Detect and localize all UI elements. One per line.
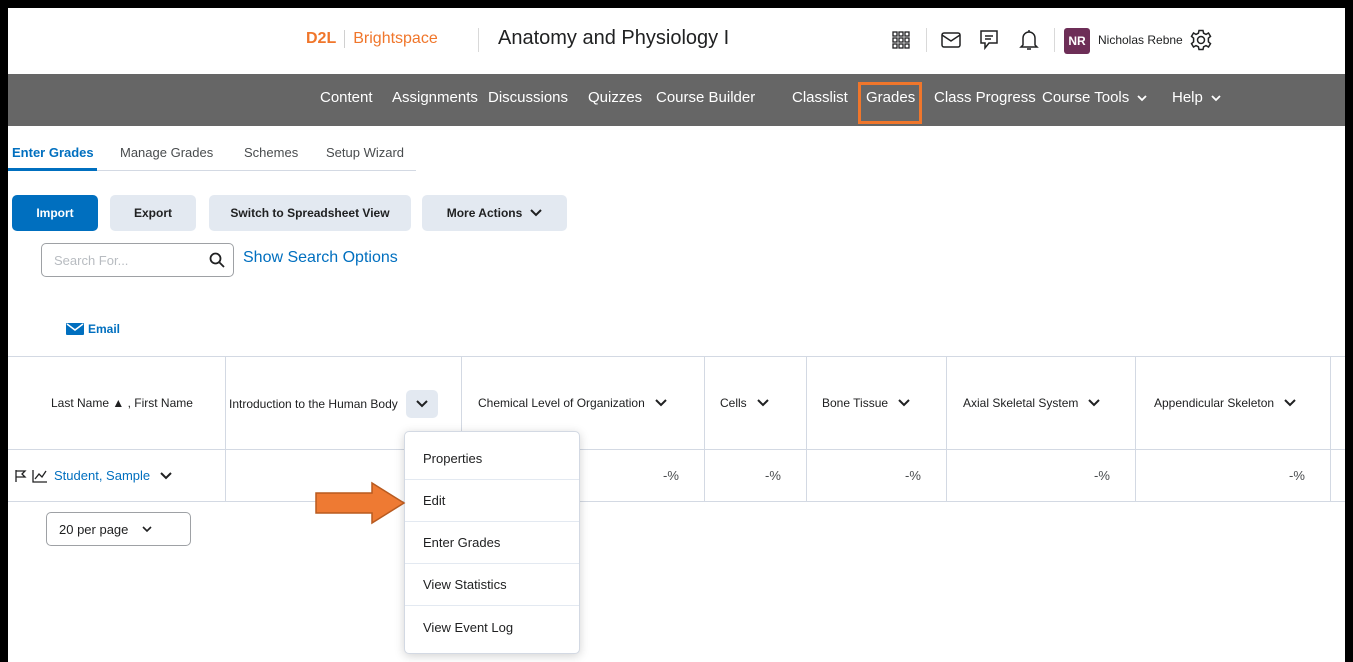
- column-header-name[interactable]: Last Name ▲ , First Name: [51, 396, 193, 410]
- column-menu-button[interactable]: [405, 390, 438, 418]
- student-name-link[interactable]: Student, Sample: [54, 468, 150, 483]
- column-divider: [1330, 356, 1331, 502]
- nav-item-classlist[interactable]: Classlist: [792, 89, 848, 106]
- column-divider: [806, 356, 807, 502]
- header-divider: [926, 28, 927, 52]
- nav-item-course-builder[interactable]: Course Builder: [656, 89, 755, 106]
- nav-item-label: Help: [1172, 89, 1203, 106]
- grade-cell[interactable]: -%: [905, 468, 921, 483]
- menu-item-enter-grades[interactable]: Enter Grades: [405, 522, 579, 564]
- chevron-down-icon[interactable]: [756, 399, 769, 407]
- active-tab-indicator: [8, 168, 97, 171]
- chevron-down-icon: [416, 400, 428, 408]
- brand-name: Brightspace: [353, 30, 438, 47]
- menu-item-view-statistics[interactable]: View Statistics: [405, 564, 579, 606]
- nav-item-quizzes[interactable]: Quizzes: [588, 89, 642, 106]
- progress-chart-icon[interactable]: [32, 469, 48, 483]
- brand-logo[interactable]: D2L Brightspace: [306, 30, 438, 48]
- table-border: [8, 356, 1345, 357]
- menu-item-properties[interactable]: Properties: [405, 438, 579, 480]
- column-header-label: Cells: [720, 396, 747, 410]
- chevron-down-icon: [1137, 95, 1148, 102]
- column-header-intro[interactable]: Introduction to the Human Body: [229, 390, 438, 418]
- column-header-label: Bone Tissue: [822, 396, 889, 410]
- column-divider: [225, 356, 226, 502]
- column-header-axial[interactable]: Axial Skeletal System: [963, 396, 1101, 410]
- waffle-icon[interactable]: [888, 27, 914, 53]
- grade-cell[interactable]: -%: [1289, 468, 1305, 483]
- table-row: Student, Sample: [14, 468, 172, 483]
- nav-item-discussions[interactable]: Discussions: [488, 89, 568, 106]
- more-actions-label: More Actions: [446, 206, 523, 220]
- column-header-label: Chemical Level of Organization: [478, 396, 645, 410]
- header-divider: [478, 28, 479, 52]
- email-label: Email: [88, 322, 121, 336]
- mail-icon[interactable]: [938, 27, 964, 53]
- column-header-label: Appendicular Skeleton: [1154, 396, 1275, 410]
- column-header-label: Axial Skeletal System: [963, 396, 1079, 410]
- user-name[interactable]: Nicholas Rebne: [1098, 33, 1183, 47]
- per-page-select[interactable]: 20 per page: [46, 512, 191, 546]
- bell-icon[interactable]: [1016, 27, 1042, 53]
- brand-d2l: D2L: [306, 30, 337, 47]
- course-title[interactable]: Anatomy and Physiology I: [498, 27, 729, 50]
- chat-icon[interactable]: [976, 27, 1002, 53]
- course-navbar: Content Assignments Discussions Quizzes …: [8, 74, 1345, 126]
- search-input[interactable]: [52, 252, 196, 269]
- column-divider: [704, 356, 705, 502]
- tab-schemes[interactable]: Schemes: [244, 145, 298, 160]
- chevron-down-icon: [530, 209, 542, 217]
- tab-enter-grades[interactable]: Enter Grades: [12, 145, 94, 160]
- nav-item-label: Course Tools: [1042, 89, 1130, 106]
- avatar[interactable]: NR: [1064, 28, 1090, 54]
- nav-item-course-tools[interactable]: Course Tools: [1042, 89, 1148, 106]
- table-border: [8, 449, 1345, 450]
- nav-item-help[interactable]: Help: [1172, 89, 1221, 106]
- brand-divider: [344, 30, 346, 48]
- column-header-label: Introduction to the Human Body: [229, 397, 398, 411]
- column-context-menu: Properties Edit Enter Grades View Statis…: [404, 431, 580, 654]
- chevron-down-icon[interactable]: [160, 471, 172, 480]
- chevron-down-icon[interactable]: [655, 399, 667, 407]
- grade-cell[interactable]: -%: [1094, 468, 1110, 483]
- more-actions-button[interactable]: More Actions: [422, 195, 567, 231]
- top-header: D2L Brightspace Anatomy and Physiology I: [8, 8, 1345, 74]
- annotation-arrow-icon: [315, 481, 406, 525]
- grades-highlight-box: [858, 82, 922, 124]
- search-icon[interactable]: [209, 252, 225, 273]
- import-button[interactable]: Import: [12, 195, 98, 231]
- chevron-down-icon[interactable]: [898, 399, 910, 407]
- nav-item-content[interactable]: Content: [320, 89, 373, 106]
- flag-icon[interactable]: [14, 469, 28, 483]
- chevron-down-icon: [1211, 95, 1221, 102]
- per-page-value: 20 per page: [59, 521, 129, 537]
- nav-item-assignments[interactable]: Assignments: [392, 89, 478, 106]
- grade-cell[interactable]: -%: [663, 468, 679, 483]
- app-frame: D2L Brightspace Anatomy and Physiology I: [8, 8, 1345, 662]
- tab-manage-grades[interactable]: Manage Grades: [120, 145, 213, 160]
- menu-item-edit[interactable]: Edit: [405, 480, 579, 522]
- menu-item-view-event-log[interactable]: View Event Log: [405, 606, 579, 648]
- search-box: [41, 243, 234, 277]
- nav-item-class-progress[interactable]: Class Progress: [934, 89, 1036, 106]
- column-divider: [1135, 356, 1136, 502]
- chevron-down-icon[interactable]: [1284, 399, 1296, 407]
- header-divider: [1054, 28, 1055, 52]
- tab-setup-wizard[interactable]: Setup Wizard: [326, 145, 404, 160]
- table-border: [8, 501, 1345, 502]
- export-button[interactable]: Export: [110, 195, 196, 231]
- column-divider: [946, 356, 947, 502]
- mail-icon: [66, 323, 84, 335]
- email-link[interactable]: Email: [66, 322, 120, 336]
- gear-icon[interactable]: [1188, 27, 1214, 53]
- grade-cell[interactable]: -%: [765, 468, 781, 483]
- column-header-chemical[interactable]: Chemical Level of Organization: [478, 396, 667, 410]
- chevron-down-icon: [142, 525, 152, 532]
- show-search-options-link[interactable]: Show Search Options: [243, 249, 398, 267]
- column-header-bone-tissue[interactable]: Bone Tissue: [822, 396, 910, 410]
- chevron-down-icon[interactable]: [1088, 399, 1101, 407]
- spreadsheet-view-button[interactable]: Switch to Spreadsheet View: [209, 195, 411, 231]
- column-header-cells[interactable]: Cells: [720, 396, 769, 410]
- column-header-appendicular[interactable]: Appendicular Skeleton: [1154, 396, 1296, 410]
